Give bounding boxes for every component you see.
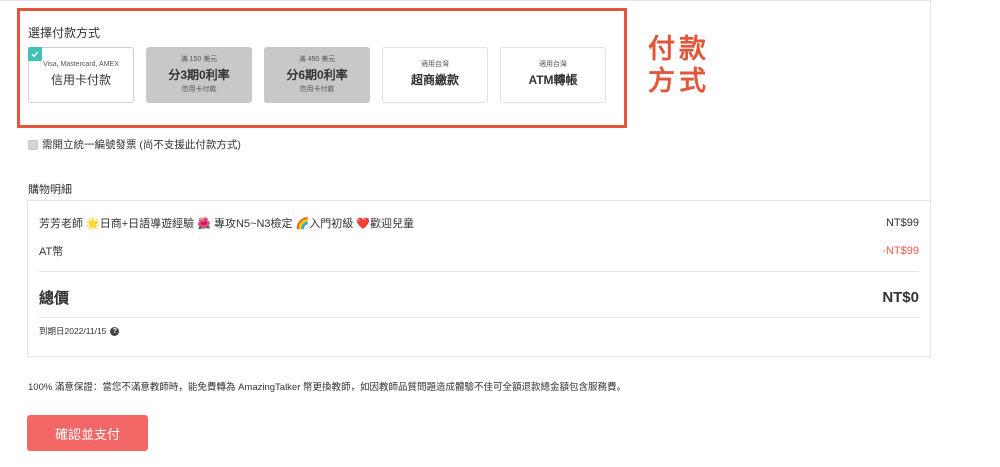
check-icon — [28, 47, 42, 61]
top-divider — [0, 0, 930, 1]
payment-option-convenience-store[interactable]: 適用台灣 超商繳款 — [382, 47, 488, 103]
line-item-name: 芳芳老師 🌟日商+日語導遊經驗 🌺 專攻N5~N3檢定 🌈入門初級 ❤️歡迎兒童 — [39, 218, 415, 230]
order-details-box: 芳芳老師 🌟日商+日語導遊經驗 🌺 專攻N5~N3檢定 🌈入門初級 ❤️歡迎兒童… — [27, 200, 931, 357]
option-main-text: 信用卡付款 — [50, 73, 111, 87]
invoice-label: 需開立統一編號發票 (尚不支援此付款方式) — [42, 139, 241, 151]
total-label: 總價 — [39, 290, 70, 307]
payment-option-credit-card[interactable]: Visa, Mastercard, AMEX 信用卡付款 — [28, 47, 134, 103]
order-details-title: 購物明細 — [28, 184, 72, 196]
satisfaction-guarantee-text: 100% 滿意保證：當您不滿意教師時，能免費轉為 AmazingTalker 幣… — [28, 382, 627, 393]
payment-method-annotation: 付款方式 — [648, 34, 710, 97]
line-item: 芳芳老師 🌟日商+日語導遊經驗 🌺 專攻N5~N3檢定 🌈入門初級 ❤️歡迎兒童… — [39, 215, 919, 231]
confirm-pay-button[interactable]: 確認並支付 — [27, 415, 148, 451]
option-top-text: 滿 150 美元 — [180, 56, 218, 63]
payment-section-label: 選擇付款方式 — [28, 26, 101, 40]
option-top-text: 適用台灣 — [539, 61, 567, 68]
total-row: 總價 NT$0 — [39, 287, 919, 308]
divider — [39, 271, 919, 272]
invoice-checkbox[interactable] — [28, 139, 38, 150]
line-item-name: AT幣 — [39, 246, 64, 258]
expiry-date: 到期日2022/11/15 — [39, 326, 107, 336]
option-main-text: ATM轉帳 — [528, 73, 578, 87]
payment-option-3-installments[interactable]: 滿 150 美元 分3期0利率 信用卡付款 — [146, 47, 252, 103]
option-sub-text: 信用卡付款 — [299, 86, 335, 93]
line-item-price: -NT$99 — [882, 245, 919, 257]
option-top-text: Visa, Mastercard, AMEX — [43, 61, 119, 68]
payment-option-6-installments[interactable]: 滿 450 美元 分6期0利率 信用卡付款 — [264, 47, 370, 103]
option-top-text: 滿 450 美元 — [298, 56, 336, 63]
option-main-text: 分3期0利率 — [168, 68, 230, 82]
line-item: AT幣 -NT$99 — [39, 243, 919, 259]
expiry-row: 到期日2022/11/15 ? — [39, 325, 120, 337]
option-top-text: 適用台灣 — [421, 61, 449, 68]
divider — [39, 317, 919, 318]
option-sub-text: 信用卡付款 — [181, 86, 217, 93]
payment-option-atm[interactable]: 適用台灣 ATM轉帳 — [500, 47, 606, 103]
question-circle-icon[interactable]: ? — [110, 326, 120, 336]
line-item-price: NT$99 — [885, 217, 919, 229]
invoice-checkbox-row[interactable]: 需開立統一編號發票 (尚不支援此付款方式) — [28, 137, 241, 152]
option-main-text: 超商繳款 — [410, 73, 459, 87]
total-value: NT$0 — [882, 289, 919, 306]
option-main-text: 分6期0利率 — [286, 68, 348, 82]
